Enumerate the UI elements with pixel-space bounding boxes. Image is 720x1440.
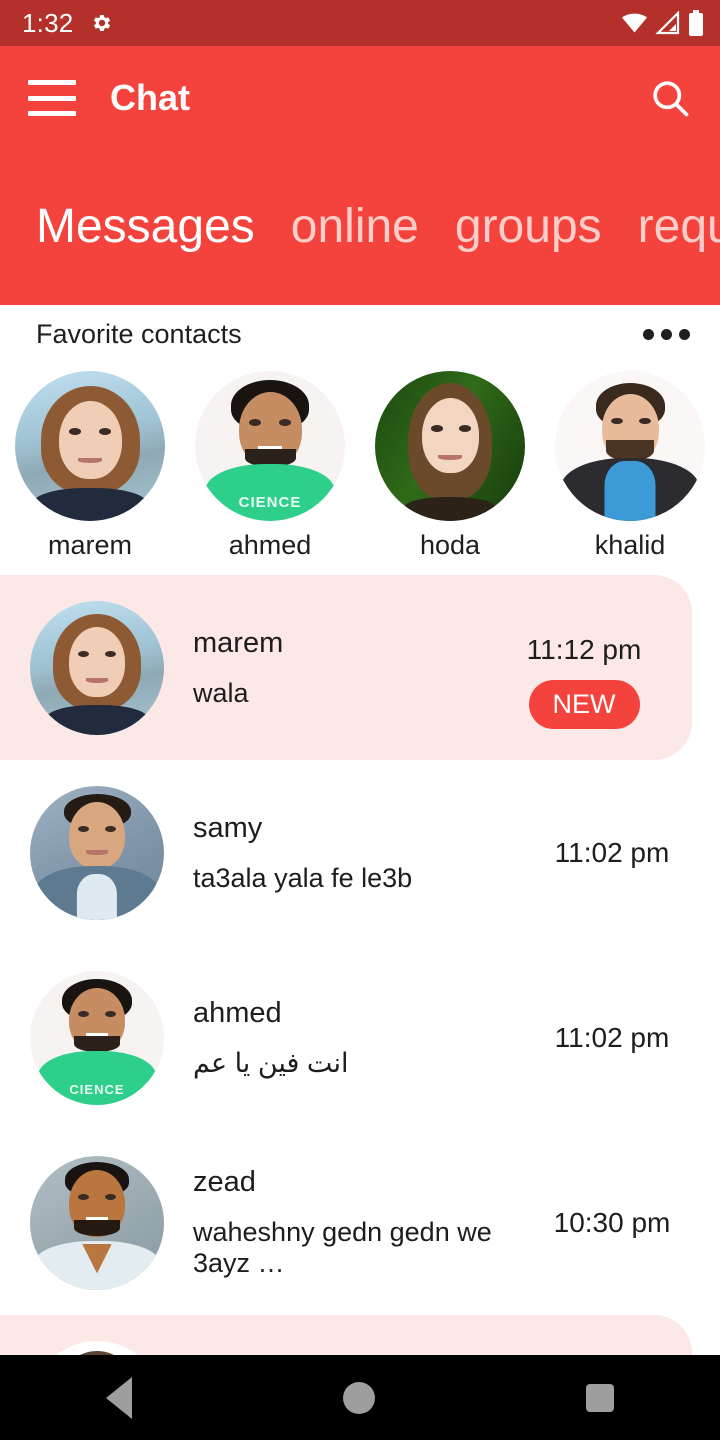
back-button-icon[interactable]	[105, 1376, 132, 1419]
home-button-icon[interactable]	[342, 1381, 375, 1414]
avatar	[555, 371, 705, 521]
status-bar-indicators	[621, 10, 704, 36]
chat-preview-message: waheshny gedn gedn we 3ayz …	[193, 1217, 492, 1278]
favorites-header: Favorite contacts	[0, 305, 720, 363]
chat-preview-message: wala	[193, 677, 249, 708]
chat-contact-name: zead	[193, 1166, 256, 1198]
chat-preview-message: انت فين يا عم	[193, 1047, 349, 1078]
chat-timestamp: 11:02 pm	[554, 836, 670, 868]
page-title: Chat	[110, 77, 190, 118]
search-icon[interactable]	[644, 72, 696, 124]
avatar	[375, 371, 525, 521]
chat-list-item[interactable]: zead waheshny gedn gedn we 3ayz … 10:30 …	[0, 1130, 720, 1315]
recents-button-icon[interactable]	[586, 1383, 615, 1412]
chat-list-item[interactable]: CIENCE ahmed انت فين يا عم 11:02 pm	[0, 945, 720, 1130]
gear-icon	[89, 11, 113, 35]
avatar: CIENCE	[30, 970, 164, 1105]
avatar	[30, 1155, 164, 1290]
tab-requests[interactable]: requ	[620, 199, 720, 254]
chat-contact-name: samy	[193, 811, 263, 844]
chat-timestamp: 10:30 pm	[553, 1206, 671, 1238]
more-options-icon[interactable]	[643, 328, 690, 340]
content-sheet: Favorite contacts marem CIENCE ahmed hod…	[0, 305, 720, 1355]
chat-timestamp: 11:12 pm	[526, 634, 642, 665]
status-bar-clock: 1:32	[22, 7, 74, 38]
chat-timestamp: 11:02 pm	[554, 1021, 670, 1053]
favorite-contact-label: khalid	[594, 530, 666, 560]
chat-contact-name: marem	[193, 626, 284, 659]
favorites-title: Favorite contacts	[36, 318, 242, 349]
chat-list-item[interactable]: marem wala 11:12 pm NEW	[0, 575, 692, 760]
avatar	[30, 785, 164, 920]
chat-contact-name: ahmed	[193, 996, 282, 1029]
chat-list-item[interactable]: 10:03 pm	[0, 1315, 692, 1355]
avatar	[30, 1340, 164, 1355]
hamburger-menu-icon[interactable]	[28, 80, 76, 116]
chat-preview-message: ta3ala yala fe le3b	[193, 862, 413, 893]
favorite-contact-label: hoda	[419, 530, 481, 560]
phone-screen: 1:32 Chat Messages online groups req Fav…	[0, 0, 720, 1440]
favorite-contacts-strip[interactable]: marem CIENCE ahmed hoda khalid	[0, 363, 720, 561]
tab-bar: Messages online groups requ	[0, 176, 720, 276]
favorite-contact-khalid[interactable]: khalid	[540, 371, 720, 561]
favorite-contact-marem[interactable]: marem	[0, 371, 180, 561]
favorite-contact-label: ahmed	[228, 530, 312, 560]
wifi-icon	[621, 11, 648, 35]
chat-list: marem wala 11:12 pm NEW samy ta3ala yala…	[0, 575, 720, 1355]
android-navigation-bar	[0, 1355, 720, 1440]
status-bar: 1:32	[0, 0, 720, 46]
tab-messages[interactable]: Messages	[18, 199, 273, 254]
tab-online[interactable]: online	[273, 199, 437, 254]
avatar	[30, 600, 164, 735]
avatar	[15, 371, 165, 521]
favorite-contact-label: marem	[47, 530, 132, 560]
battery-icon	[688, 10, 704, 36]
chat-list-item[interactable]: samy ta3ala yala fe le3b 11:02 pm	[0, 760, 720, 945]
app-bar: Chat Messages online groups requ	[0, 46, 720, 305]
tab-groups[interactable]: groups	[437, 199, 620, 254]
avatar: CIENCE	[195, 371, 345, 521]
favorite-contact-ahmed[interactable]: CIENCE ahmed	[180, 371, 360, 561]
favorite-contact-hoda[interactable]: hoda	[360, 371, 540, 561]
cellular-signal-icon	[655, 11, 681, 35]
status-badge: NEW	[528, 680, 640, 729]
